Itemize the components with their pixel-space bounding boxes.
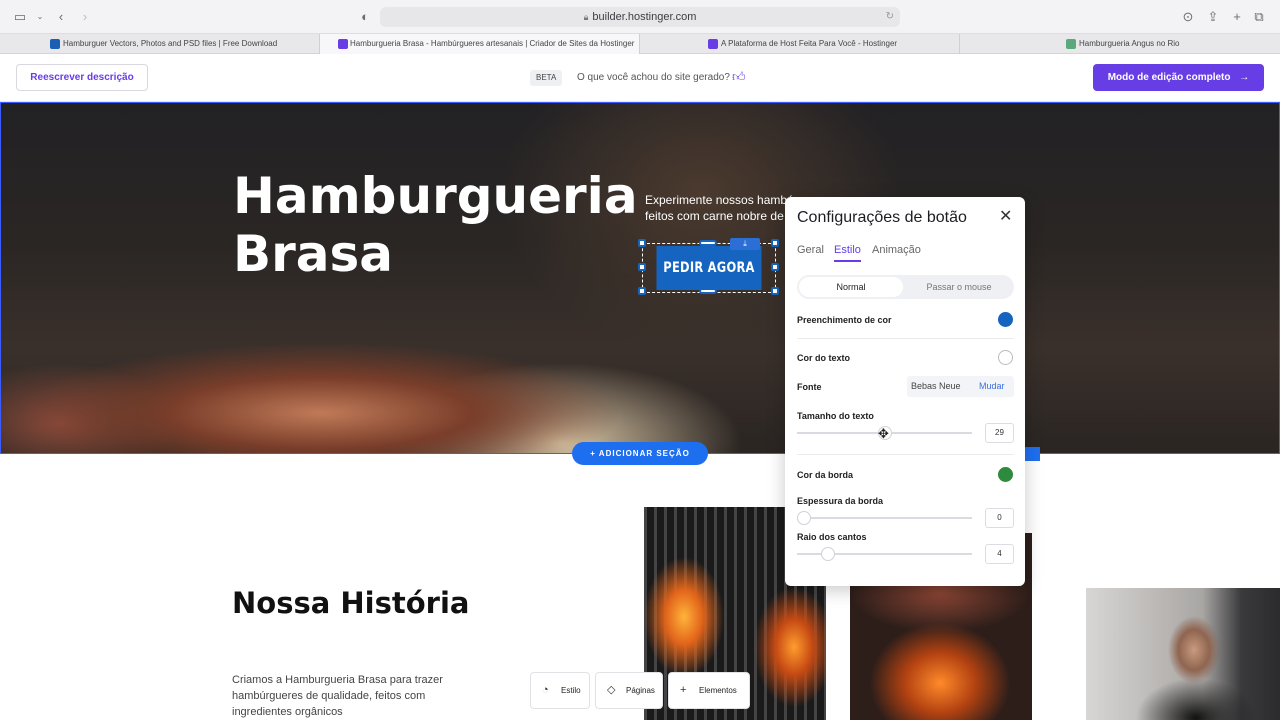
beta-badge: BETA	[530, 70, 563, 86]
slider-knob[interactable]	[797, 511, 811, 525]
hero-title[interactable]: Hamburgueria Brasa	[233, 167, 638, 283]
layers-icon: ◇	[607, 684, 616, 696]
tab-angus[interactable]: Hamburgueria Angus no Rio	[960, 34, 1280, 54]
hero-title-line: Hamburgueria	[233, 167, 638, 225]
rewrite-description-button[interactable]: Reescrever descrição	[16, 64, 148, 91]
hero-section[interactable]: Hamburgueria Brasa Experimente nossos ha…	[0, 102, 1280, 454]
close-icon[interactable]: ✕	[999, 206, 1012, 226]
tab-title: Hamburgueria Angus no Rio	[1079, 39, 1180, 48]
border-color-swatch[interactable]	[998, 467, 1013, 482]
font-selector: Bebas Neue Mudar	[907, 376, 1014, 397]
story-text[interactable]: Criamos a Hamburgueria Brasa para trazer…	[232, 672, 472, 720]
divider	[797, 338, 1014, 339]
browser-toolbar: ▭ ⌄ ‹ › ◐ 🔒︎ builder.hostinger.com ↻ ⊙ ⇪ …	[0, 0, 1280, 34]
state-toggle: Normal Passar o mouse	[797, 275, 1014, 299]
shield-icon[interactable]: ◐	[357, 9, 373, 25]
fill-color-label: Preenchimento de cor	[797, 315, 892, 325]
tab-title: Hamburguer Vectors, Photos and PSD files…	[63, 39, 278, 48]
style-button[interactable]: ◔ Estilo	[530, 672, 590, 709]
favicon-icon	[338, 39, 348, 49]
address-bar[interactable]: 🔒︎ builder.hostinger.com ↻	[380, 7, 900, 27]
resize-handle[interactable]	[638, 239, 646, 247]
state-normal[interactable]: Normal	[799, 277, 903, 297]
full-edit-mode-label: Modo de edição completo	[1107, 72, 1231, 83]
pages-label: Páginas	[626, 686, 655, 695]
tab-title: Hamburgueria Brasa - Hambúrgueres artesa…	[350, 39, 635, 48]
plus-icon: +	[680, 684, 687, 696]
arrow-right-icon: →	[1239, 72, 1250, 83]
button-settings-panel: Configurações de botão ✕ Geral Estilo An…	[785, 197, 1025, 586]
tab-title: A Plataforma de Host Feita Para Você - H…	[721, 39, 898, 48]
tab-general[interactable]: Geral	[797, 244, 824, 256]
add-section-button[interactable]: + ADICIONAR SEÇÃO	[572, 442, 708, 465]
border-width-slider[interactable]	[797, 511, 972, 525]
divider	[797, 454, 1014, 455]
sidebar-icon[interactable]: ▭	[12, 9, 28, 25]
builder-topbar: Reescrever descrição BETA O que você ach…	[0, 54, 1280, 102]
tab-bar: Hamburguer Vectors, Photos and PSD files…	[0, 34, 1280, 54]
resize-handle[interactable]	[699, 240, 717, 246]
tab-overview-icon[interactable]: ⧉	[1251, 9, 1267, 25]
corner-radius-input[interactable]: 4	[985, 544, 1014, 564]
font-label: Fonte	[797, 382, 822, 392]
text-color-swatch[interactable]	[998, 350, 1013, 365]
corner-radius-label: Raio dos cantos	[797, 532, 867, 542]
border-width-input[interactable]: 0	[985, 508, 1014, 528]
download-icon[interactable]: ⊙	[1180, 9, 1196, 25]
full-edit-mode-button[interactable]: Modo de edição completo →	[1093, 64, 1264, 91]
resize-handle[interactable]	[638, 263, 646, 271]
tab-style[interactable]: Estilo	[834, 244, 861, 262]
forward-icon[interactable]: ›	[77, 9, 93, 25]
fill-color-swatch[interactable]	[998, 312, 1013, 327]
lock-icon: 🔒︎	[583, 12, 589, 22]
move-cursor-icon: ✥	[878, 426, 889, 441]
story-title[interactable]: Nossa História	[232, 586, 469, 620]
pages-button[interactable]: ◇ Páginas	[595, 672, 663, 709]
order-now-button[interactable]: PEDIR AGORA	[656, 246, 762, 290]
resize-handle[interactable]	[771, 287, 779, 295]
text-size-input[interactable]: 29	[985, 423, 1014, 443]
style-label: Estilo	[561, 686, 581, 695]
tab-freepik[interactable]: Hamburguer Vectors, Photos and PSD files…	[0, 34, 320, 54]
back-icon[interactable]: ‹	[53, 9, 69, 25]
font-name: Bebas Neue	[911, 381, 961, 391]
tab-animation[interactable]: Animação	[872, 244, 921, 256]
favicon-icon	[708, 39, 718, 49]
state-hover[interactable]: Passar o mouse	[907, 277, 1011, 297]
hero-title-line: Brasa	[233, 225, 394, 283]
corner-radius-slider[interactable]	[797, 547, 972, 561]
text-size-label: Tamanho do texto	[797, 411, 874, 421]
elements-label: Elementos	[699, 686, 737, 695]
cta-selection[interactable]: PEDIR AGORA ⤓	[638, 238, 779, 295]
feedback-question: O que você achou do site gerado?	[577, 72, 730, 83]
resize-handle[interactable]	[771, 239, 779, 247]
palette-icon: ◔	[542, 684, 549, 696]
panel-title: Configurações de botão	[797, 209, 967, 226]
webcam-overlay	[1086, 588, 1280, 720]
thumbs-feedback-icon[interactable]: 👍︎	[732, 69, 746, 85]
chevron-down-icon[interactable]: ⌄	[32, 9, 48, 25]
url-text: builder.hostinger.com	[592, 11, 697, 23]
resize-handle[interactable]	[638, 287, 646, 295]
border-width-label: Espessura da borda	[797, 496, 884, 506]
tab-builder[interactable]: Hamburgueria Brasa - Hambúrgueres artesa…	[320, 34, 640, 54]
slider-knob[interactable]	[821, 547, 835, 561]
new-tab-icon[interactable]: +	[1229, 9, 1245, 25]
resize-handle[interactable]	[771, 263, 779, 271]
border-color-label: Cor da borda	[797, 470, 854, 480]
favicon-icon	[50, 39, 60, 49]
resize-handle[interactable]	[699, 288, 717, 294]
change-font-button[interactable]: Mudar	[979, 376, 1005, 397]
elements-button[interactable]: + Elementos	[668, 672, 750, 709]
favicon-icon	[1066, 39, 1076, 49]
share-icon[interactable]: ⇪	[1205, 9, 1221, 25]
tab-hostinger[interactable]: A Plataforma de Host Feita Para Você - H…	[640, 34, 960, 54]
reload-icon[interactable]: ↻	[886, 7, 894, 27]
text-color-label: Cor do texto	[797, 353, 850, 363]
download-icon[interactable]: ⤓	[730, 238, 760, 250]
